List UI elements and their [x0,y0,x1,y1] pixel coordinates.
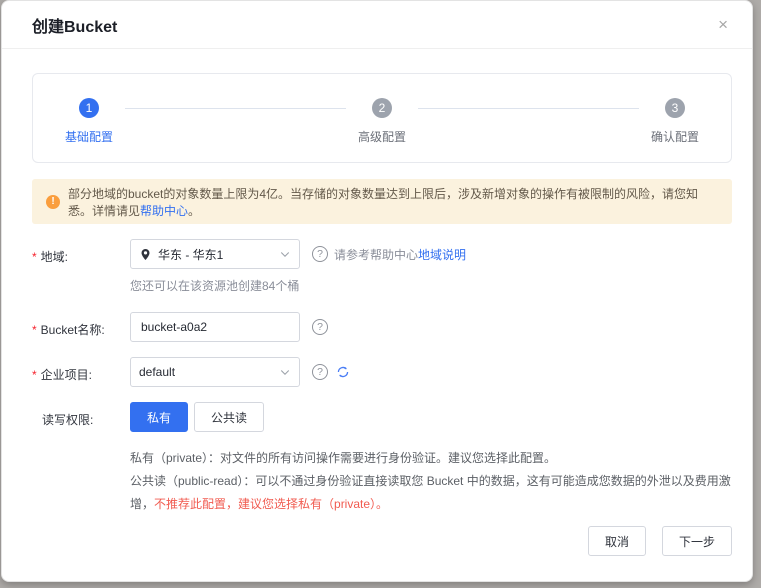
acl-public-desc: 公共读（public-read）：可以不通过身份验证直接读取您 Bucket 中… [130,474,731,511]
enterprise-project-row: * 企业项目: default ? [32,357,732,387]
step-2-label: 高级配置 [358,130,407,144]
step-3-label: 确认配置 [651,130,700,144]
next-step-button[interactable]: 下一步 [661,526,732,556]
warning-icon: ! [46,194,60,209]
required-mark: * [32,323,37,337]
required-mark: * [32,250,37,264]
region-doc-link[interactable]: 地域说明 [418,248,466,262]
step-3-circle: 3 [665,98,685,118]
region-help-text: 请参考帮助中心地域说明 [334,247,467,262]
bucket-name-label: * Bucket名称: [32,323,105,337]
region-select[interactable]: 华东 - 华东1 [130,239,300,269]
create-bucket-dialog: 创建Bucket × 1 基础配置 2 高级配置 3 确认配置 ! 部分地域的b… [1,0,753,582]
acl-private-desc: 私有（private）：对文件的所有访问操作需要进行身份验证。建议您选择此配置。 [130,451,557,465]
acl-warning-text: 不推荐此配置，建议您选择私有（private）。 [154,497,389,511]
dialog-title: 创建Bucket [32,18,118,36]
chevron-down-icon [279,366,291,378]
help-center-link[interactable]: 帮助中心 [140,204,188,218]
warning-banner: ! 部分地域的bucket的对象数量上限为4亿。当存储的对象数量达到上限后，涉及… [32,179,732,224]
step-connector [418,108,639,109]
step-1-circle: 1 [79,98,99,118]
dialog-header: 创建Bucket × [2,1,752,49]
enterprise-project-value: default [139,365,176,379]
close-icon[interactable]: × [714,14,732,35]
create-bucket-form: * 地域: 华东 - 华东1 ? 请参考帮助中心地域说明 您还可以在该资源池创建… [32,239,732,556]
acl-description: 私有（private）：对文件的所有访问操作需要进行身份验证。建议您选择此配置。… [130,447,752,516]
region-row: * 地域: 华东 - 华东1 ? 请参考帮助中心地域说明 您还可以在该资源池创建… [32,239,732,294]
region-quota-note: 您还可以在该资源池创建84个桶 [130,279,300,293]
cancel-button[interactable]: 取消 [587,526,646,556]
enterprise-project-select[interactable]: default [130,357,300,387]
step-advanced-config: 2 高级配置 [358,98,406,145]
region-label: * 地域: [32,250,69,264]
enterprise-project-label: * 企业项目: [32,368,93,382]
required-mark: * [32,368,37,382]
acl-private-button[interactable]: 私有 [130,402,189,432]
dialog-body: 1 基础配置 2 高级配置 3 确认配置 ! 部分地域的bucket的对象数量上… [2,73,752,556]
banner-text: 部分地域的bucket的对象数量上限为4亿。当存储的对象数量达到上限后，涉及新增… [68,186,699,218]
step-confirm-config: 3 确认配置 [651,98,699,145]
region-help-icon[interactable]: ? [312,246,328,262]
acl-public-read-button[interactable]: 公共读 [194,402,265,432]
step-connector [125,108,346,109]
step-1-label: 基础配置 [65,130,114,144]
acl-row: 读写权限: 私有 公共读 [32,402,732,432]
step-2-circle: 2 [372,98,392,118]
stepper: 1 基础配置 2 高级配置 3 确认配置 [32,73,732,163]
region-select-value: 华东 - 华东1 [158,247,224,262]
chevron-down-icon [279,248,291,260]
acl-label: 读写权限: [42,413,94,427]
bucket-name-help-icon[interactable]: ? [312,319,328,335]
dialog-footer: 取消 下一步 [32,526,732,556]
bucket-name-input[interactable] [130,312,300,342]
enterprise-project-help-icon[interactable]: ? [312,364,328,380]
location-pin-icon [139,248,152,261]
bucket-name-row: *Bucket名称: ? [32,312,732,342]
refresh-icon[interactable] [336,365,350,379]
step-basic-config: 1 基础配置 [65,98,113,145]
